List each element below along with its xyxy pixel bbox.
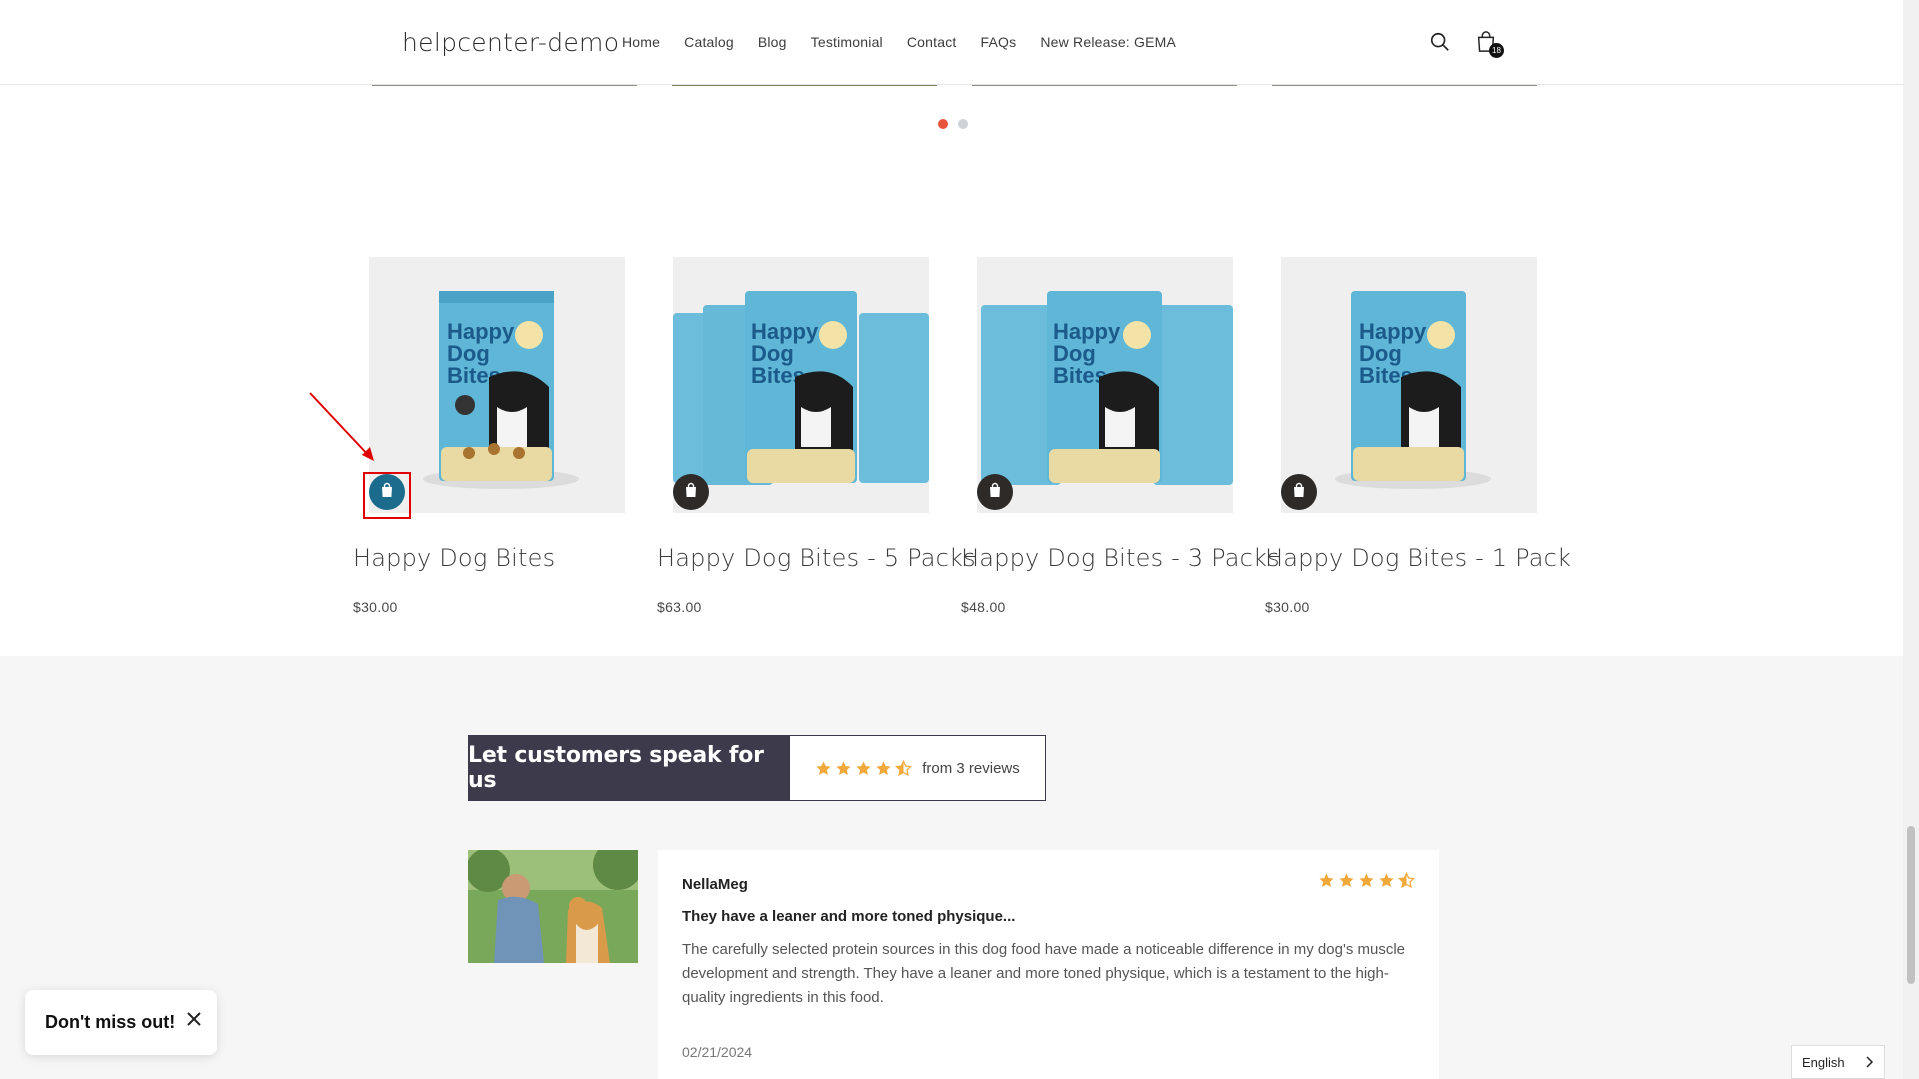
nav-new-release[interactable]: New Release: GEMA: [1040, 34, 1176, 50]
star-icon: [816, 760, 831, 775]
star-icon: [1379, 873, 1394, 887]
product-price: $30.00: [353, 599, 398, 615]
dog-food-package-image: Happy Dog Bites: [977, 257, 1233, 513]
nav-faqs[interactable]: FAQs: [981, 34, 1017, 50]
brand-logo[interactable]: helpcenter-demo: [402, 28, 619, 57]
package-label: Bites: [1053, 363, 1107, 388]
language-label: English: [1802, 1054, 1845, 1070]
reviews-summary[interactable]: from 3 reviews: [789, 735, 1046, 801]
quick-add-button[interactable]: [977, 474, 1013, 510]
product-title[interactable]: Happy Dog Bites - 3 Packs: [961, 544, 1280, 572]
cart-count-badge: 18: [1489, 43, 1504, 58]
review-photo[interactable]: [468, 850, 638, 963]
product-price: $48.00: [961, 599, 1006, 615]
star-icon: [856, 760, 871, 775]
shopping-bag-icon: [988, 482, 1002, 503]
language-selector[interactable]: English: [1791, 1045, 1885, 1079]
search-button[interactable]: [1426, 28, 1454, 56]
dont-miss-out-popup[interactable]: Don't miss out!: [25, 990, 217, 1055]
product-price: $63.00: [657, 599, 702, 615]
rating-stars: [815, 759, 913, 777]
product-title[interactable]: Happy Dog Bites - 5 Packs: [657, 544, 976, 572]
nav-blog[interactable]: Blog: [758, 34, 787, 50]
site-header: helpcenter-demo Home Catalog Blog Testim…: [0, 0, 1903, 85]
star-icon: [1359, 873, 1374, 887]
product-card[interactable]: Happy Dog Bites Happy Dog Bites - 5 Pack…: [657, 257, 976, 615]
product-image[interactable]: Happy Dog Bites: [1281, 257, 1537, 513]
page-scrollbar[interactable]: [1903, 0, 1919, 1079]
dog-food-package-image: Happy Dog Bites: [673, 257, 929, 513]
shopping-bag-icon: [684, 482, 698, 503]
reviews-heading: Let customers speak for us: [468, 735, 790, 801]
annotation-arrow: [309, 392, 374, 461]
popup-text: Don't miss out!: [45, 1012, 176, 1032]
review-rating-stars: [1318, 872, 1415, 889]
shopping-bag-icon: [1292, 482, 1306, 503]
shopping-bag-icon: [380, 482, 394, 503]
quick-add-button[interactable]: [673, 474, 709, 510]
star-icon: [876, 760, 891, 775]
nav-catalog[interactable]: Catalog: [684, 34, 734, 50]
star-icon: [1319, 873, 1334, 887]
nav-testimonial[interactable]: Testimonial: [811, 34, 883, 50]
review-date: 02/21/2024: [682, 1044, 753, 1060]
product-title[interactable]: Happy Dog Bites: [353, 544, 555, 572]
close-icon[interactable]: [187, 1012, 201, 1031]
product-card[interactable]: Happy Dog Bites Happy Dog Bites $30.00: [353, 257, 625, 615]
product-card[interactable]: Happy Dog Bites Happy Dog Bites - 3 Pack…: [961, 257, 1280, 615]
dog-food-package-image: Happy Dog Bites: [1281, 257, 1537, 513]
dog-food-package-image: Happy Dog Bites: [369, 257, 625, 513]
star-icon: [836, 760, 851, 775]
review-card: NellaMeg They have a leaner and more ton…: [658, 850, 1439, 1079]
carousel-dots: [938, 119, 968, 129]
star-icon: [1339, 873, 1354, 887]
product-image[interactable]: Happy Dog Bites: [673, 257, 929, 513]
review-author: NellaMeg: [682, 876, 748, 893]
carousel-dot-2[interactable]: [958, 119, 968, 129]
review-title: They have a leaner and more toned physiq…: [682, 908, 1016, 925]
reviews-count: from 3 reviews: [922, 759, 1020, 777]
chevron-right-icon: [1866, 1056, 1874, 1068]
star-icon: [1398, 872, 1415, 889]
main-nav: Home Catalog Blog Testimonial Contact FA…: [622, 34, 1200, 50]
product-image[interactable]: Happy Dog Bites: [369, 257, 625, 513]
quick-add-button[interactable]: [369, 474, 405, 510]
product-title[interactable]: Happy Dog Bites - 1 Pack: [1265, 544, 1571, 572]
product-image[interactable]: Happy Dog Bites: [977, 257, 1233, 513]
nav-contact[interactable]: Contact: [907, 34, 957, 50]
product-price: $30.00: [1265, 599, 1310, 615]
nav-home[interactable]: Home: [622, 34, 660, 50]
star-icon: [895, 759, 913, 776]
scrollbar-thumb[interactable]: [1907, 826, 1915, 984]
man-with-dog-photo: [468, 850, 638, 963]
product-card[interactable]: Happy Dog Bites Happy Dog Bites - 1 Pack…: [1265, 257, 1571, 615]
carousel-dot-1[interactable]: [938, 119, 948, 129]
search-icon: [1430, 32, 1449, 51]
review-body: The carefully selected protein sources i…: [682, 941, 1405, 1006]
quick-add-button[interactable]: [1281, 474, 1317, 510]
cart-button[interactable]: 18: [1472, 28, 1504, 58]
